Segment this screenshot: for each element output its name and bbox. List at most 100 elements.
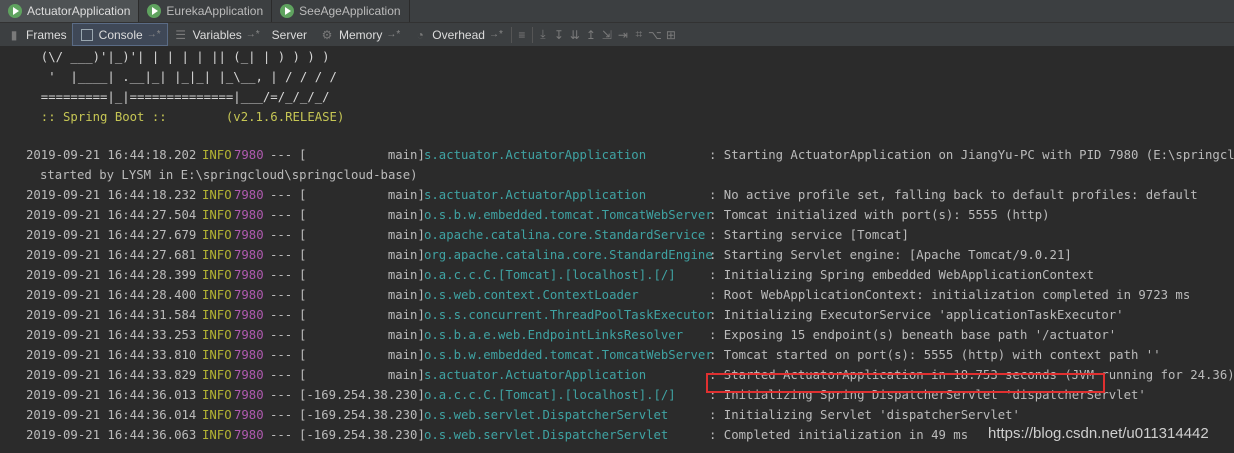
log-line: 2019-09-21 16:44:18.202 INFO 7980 --- [ main…: [26, 145, 1234, 165]
log-level: INFO: [202, 328, 232, 342]
log-thread: [-169.254.38.230]: [299, 408, 425, 422]
log-separator: ---: [270, 288, 293, 302]
log-level: INFO: [202, 148, 232, 162]
log-line: 2019-09-21 16:44:27.681 INFO 7980 --- [ main…: [26, 245, 1226, 265]
memory-tab[interactable]: ⚙ Memory →*: [313, 24, 406, 45]
log-thread: [ main]: [299, 188, 425, 202]
overhead-tab[interactable]: ◔ Overhead →*: [406, 24, 509, 45]
log-pid: 7980: [234, 208, 264, 222]
log-message: : Tomcat initialized with port(s): 5555 …: [709, 208, 1050, 222]
log-class: s.actuator.ActuatorApplication: [424, 188, 647, 202]
log-class: o.s.s.concurrent.ThreadPoolTaskExecutor: [424, 308, 713, 322]
memory-label: Memory: [339, 27, 383, 42]
log-thread: [ main]: [299, 328, 425, 342]
tab-actuator-application[interactable]: ActuatorApplication: [0, 0, 140, 22]
log-timestamp: 2019-09-21 16:44:27.504: [26, 208, 197, 222]
log-message: : Starting service [Tomcat]: [709, 228, 909, 242]
log-class: o.s.b.w.embedded.tomcat.TomcatWebServer: [424, 208, 713, 222]
variables-icon: ☰: [175, 27, 186, 42]
log-pid: 7980: [234, 248, 264, 262]
log-pid: 7980: [234, 368, 264, 382]
console-gutter: [0, 47, 26, 453]
toolbar-separator: [510, 26, 512, 43]
step-over-icon[interactable]: ⤓: [535, 27, 551, 43]
force-step-into-icon[interactable]: ⇊: [567, 27, 583, 43]
log-pid: 7980: [234, 348, 264, 362]
log-timestamp: 2019-09-21 16:44:33.829: [26, 368, 197, 382]
log-timestamp: 2019-09-21 16:44:36.063: [26, 428, 197, 442]
step-into-icon[interactable]: ↧: [551, 27, 567, 43]
server-tab[interactable]: Server: [266, 24, 313, 45]
pin-icon[interactable]: →*: [386, 29, 400, 40]
log-message: : Starting Servlet engine: [Apache Tomca…: [709, 248, 1072, 262]
log-level: INFO: [202, 308, 232, 322]
banner-line: =========|_|==============|___/=/_/_/_/: [26, 90, 330, 104]
log-thread: [ main]: [299, 308, 425, 322]
step-out-icon[interactable]: ↥: [583, 27, 599, 43]
banner-line: (\/ ___)'|_)'| | | | | || (_| | ) ) ) ): [26, 50, 330, 64]
log-timestamp: 2019-09-21 16:44:27.681: [26, 248, 197, 262]
log-message: : Exposing 15 endpoint(s) beneath base p…: [709, 328, 1117, 342]
log-timestamp: 2019-09-21 16:44:18.232: [26, 188, 197, 202]
log-timestamp: 2019-09-21 16:44:27.679: [26, 228, 197, 242]
drop-frame-icon[interactable]: ⇲: [599, 27, 615, 43]
debug-toolbar: ▮ Frames Console →* ☰ Variables →* Serve…: [0, 23, 1234, 47]
memory-icon: ⚙: [321, 27, 333, 42]
tab-eureka-application[interactable]: EurekaApplication: [139, 0, 273, 22]
pin-icon[interactable]: →*: [489, 29, 503, 40]
frames-label: Frames: [26, 27, 67, 42]
log-thread: [ main]: [299, 268, 425, 282]
log-line: 2019-09-21 16:44:27.504 INFO 7980 --- [ main…: [26, 205, 1226, 225]
log-pid: 7980: [234, 328, 264, 342]
log-class: o.s.web.servlet.DispatcherServlet: [424, 428, 669, 442]
log-message: : Root WebApplicationContext: initializa…: [709, 288, 1191, 302]
log-level: INFO: [202, 208, 232, 222]
log-pid: 7980: [234, 188, 264, 202]
console-label: Console: [98, 27, 143, 42]
log-separator: ---: [270, 328, 293, 342]
log-level: INFO: [202, 388, 232, 402]
trace-icon[interactable]: ⌥: [647, 27, 663, 43]
log-line: 2019-09-21 16:44:28.399 INFO 7980 --- [ main…: [26, 265, 1226, 285]
run-tab-bar: ActuatorApplication EurekaApplication Se…: [0, 0, 1234, 23]
evaluate-icon[interactable]: ⌗: [631, 27, 647, 43]
log-class: o.a.c.c.C.[Tomcat].[localhost].[/]: [424, 388, 676, 402]
log-separator: ---: [270, 388, 293, 402]
log-message: : Initializing ExecutorService 'applicat…: [709, 308, 1124, 322]
console-tab[interactable]: Console →*: [71, 23, 168, 46]
log-message: : Initializing Spring embedded WebApplic…: [709, 268, 1094, 282]
watermark-text: https://blog.csdn.net/u011314442: [988, 425, 1209, 442]
variables-tab[interactable]: ☰ Variables →*: [167, 24, 266, 45]
log-pid: 7980: [234, 228, 264, 242]
console-output[interactable]: (\/ ___)'|_)'| | | | | || (_| | ) ) ) ) …: [0, 47, 1234, 453]
highlight-box: [706, 373, 1105, 393]
spring-run-icon: [147, 4, 162, 18]
pin-icon[interactable]: →*: [147, 29, 161, 40]
log-level: INFO: [202, 268, 232, 282]
tab-seeage-application[interactable]: SeeAgeApplication: [272, 0, 410, 22]
log-line: 2019-09-21 16:44:33.810 INFO 7980 --- [ main…: [26, 345, 1226, 365]
log-level: INFO: [202, 228, 232, 242]
log-thread: [ main]: [299, 348, 425, 362]
frames-button[interactable]: ▮ Frames: [0, 24, 73, 45]
pin-icon[interactable]: →*: [246, 29, 260, 40]
log-separator: ---: [270, 408, 293, 422]
run-to-cursor-icon[interactable]: ⇥: [615, 27, 631, 43]
log-thread: [ main]: [299, 368, 425, 382]
settings-grid-icon[interactable]: ⊞: [663, 27, 679, 43]
tab-label: ActuatorApplication: [27, 4, 131, 18]
log-thread: [ main]: [299, 208, 425, 222]
spring-run-icon: [280, 4, 295, 18]
step-list-icon[interactable]: ≡: [514, 27, 530, 43]
log-line: 2019-09-21 16:44:31.584 INFO 7980 --- [ main…: [26, 305, 1226, 325]
banner-line: ' |____| .__|_| |_|_| |_\__, | / / / /: [26, 70, 337, 84]
log-separator: ---: [270, 368, 293, 382]
log-separator: ---: [270, 208, 293, 222]
log-line: 2019-09-21 16:44:27.679 INFO 7980 --- [ main…: [26, 225, 1226, 245]
log-level: INFO: [202, 368, 232, 382]
log-separator: ---: [270, 228, 293, 242]
log-timestamp: 2019-09-21 16:44:18.202: [26, 148, 197, 162]
console-icon: [79, 27, 95, 43]
log-timestamp: 2019-09-21 16:44:28.399: [26, 268, 197, 282]
log-message: : No active profile set, falling back to…: [709, 188, 1198, 202]
